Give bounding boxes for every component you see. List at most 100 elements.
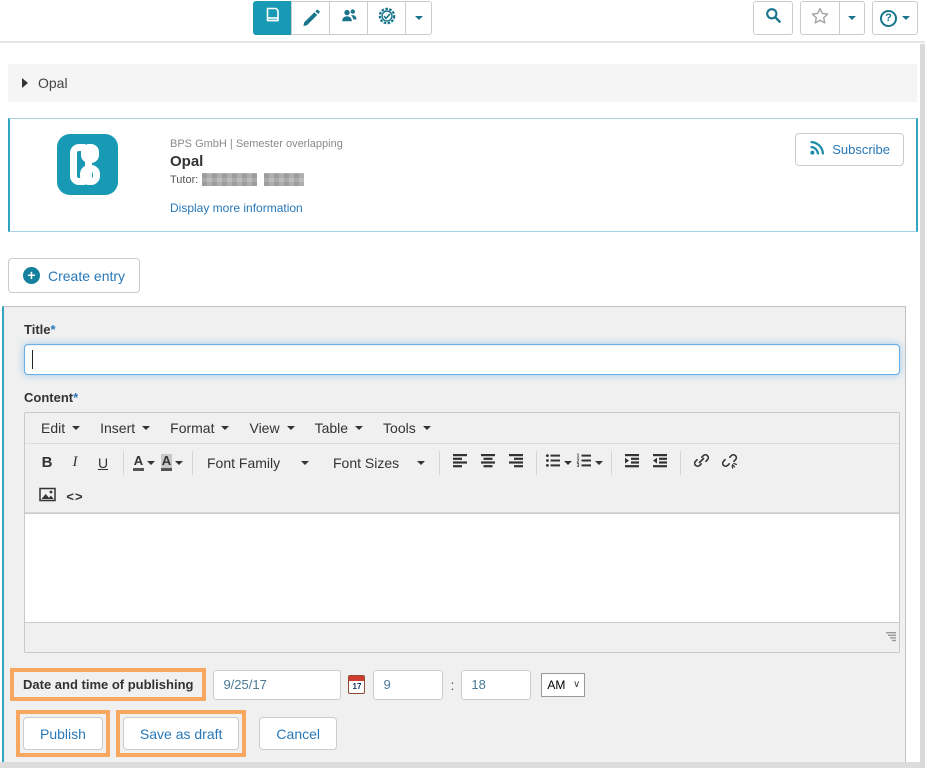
chevron-down-icon xyxy=(147,461,155,465)
redacted-tutor-name xyxy=(202,173,257,186)
toolbar-separator xyxy=(611,451,612,475)
title-field-label: Title* xyxy=(24,322,905,340)
required-marker: * xyxy=(51,322,56,337)
time-separator: : xyxy=(450,677,454,693)
page-bottom-strip xyxy=(0,762,925,768)
source-code-button[interactable]: <> xyxy=(61,483,89,511)
search-icon xyxy=(764,6,783,30)
chevron-down-icon xyxy=(595,461,603,465)
chevron-down-icon xyxy=(355,426,363,430)
blog-meta: BPS GmbH | Semester overlapping Opal Tut… xyxy=(170,138,343,215)
chevron-down-icon xyxy=(415,16,423,20)
display-more-information-link[interactable]: Display more information xyxy=(170,201,343,215)
resize-grip[interactable] xyxy=(883,630,896,648)
chevron-down-icon xyxy=(564,461,572,465)
breadcrumb[interactable]: Opal xyxy=(8,64,917,102)
date-label-highlight: Date and time of publishing xyxy=(10,668,206,701)
title-label-text: Title xyxy=(24,322,51,337)
title-input[interactable] xyxy=(24,344,900,375)
numbered-list-button[interactable]: 123 xyxy=(574,449,605,477)
menu-label: Tools xyxy=(383,420,416,436)
hour-input[interactable] xyxy=(373,670,443,700)
blog-tutor-line: Tutor: xyxy=(170,173,343,186)
form-actions: Publish Save as draft Cancel xyxy=(16,710,905,757)
menu-edit[interactable]: Edit xyxy=(31,413,90,444)
publish-button[interactable]: Publish xyxy=(23,717,103,750)
underline-icon: U xyxy=(98,455,108,471)
minute-input[interactable] xyxy=(461,670,531,700)
outdent-icon xyxy=(652,453,668,473)
menu-label: Insert xyxy=(100,420,135,436)
bullet-list-icon xyxy=(545,453,561,473)
bold-button[interactable]: B xyxy=(33,449,61,477)
remove-link-button[interactable] xyxy=(715,449,743,477)
pencil-icon xyxy=(301,6,321,31)
title-input-wrap xyxy=(24,344,900,375)
calendar-icon[interactable]: 17 xyxy=(348,675,365,694)
bullet-list-button[interactable] xyxy=(543,449,574,477)
required-marker: * xyxy=(73,390,78,405)
assessment-tool-button[interactable] xyxy=(367,1,406,35)
chevron-down-icon xyxy=(902,16,910,20)
text-color-icon: A xyxy=(133,454,144,471)
menu-label: Edit xyxy=(41,420,65,436)
italic-icon: I xyxy=(73,454,78,471)
blog-icon xyxy=(57,134,118,195)
create-entry-button[interactable]: + Create entry xyxy=(8,258,140,293)
journal-tool-button[interactable] xyxy=(253,1,292,35)
background-color-button[interactable]: A xyxy=(158,449,186,477)
font-sizes-select[interactable]: Font Sizes xyxy=(325,449,433,477)
cancel-button[interactable]: Cancel xyxy=(259,717,337,750)
help-button[interactable]: ? xyxy=(872,1,918,35)
participants-icon xyxy=(339,6,359,31)
toolbar-separator xyxy=(680,451,681,475)
meridiem-select[interactable]: AM ∨ xyxy=(541,673,585,697)
more-tools-button[interactable] xyxy=(405,1,432,35)
collapse-arrow-icon xyxy=(22,78,28,88)
indent-button[interactable] xyxy=(618,449,646,477)
menu-table[interactable]: Table xyxy=(305,413,373,444)
text-color-button[interactable]: A xyxy=(130,449,158,477)
breadcrumb-label: Opal xyxy=(38,75,68,91)
subscribe-button[interactable]: Subscribe xyxy=(795,133,904,166)
rich-text-editor: Edit Insert Format View Table Tools B I … xyxy=(24,412,900,653)
menu-view[interactable]: View xyxy=(239,413,304,444)
align-left-button[interactable] xyxy=(446,449,474,477)
star-icon xyxy=(810,6,830,31)
date-input[interactable] xyxy=(213,670,341,700)
participants-tool-button[interactable] xyxy=(329,1,368,35)
menu-insert[interactable]: Insert xyxy=(90,413,160,444)
underline-button[interactable]: U xyxy=(89,449,117,477)
scrollbar[interactable] xyxy=(920,44,925,768)
search-button[interactable] xyxy=(753,1,793,35)
align-center-button[interactable] xyxy=(474,449,502,477)
right-tools: ? xyxy=(753,1,918,35)
create-entry-label: Create entry xyxy=(48,268,125,284)
menu-format[interactable]: Format xyxy=(160,413,239,444)
align-right-icon xyxy=(508,453,524,473)
edit-tool-button[interactable] xyxy=(291,1,330,35)
editor-content-area[interactable] xyxy=(25,513,899,623)
rss-icon xyxy=(809,140,825,159)
menu-tools[interactable]: Tools xyxy=(373,413,441,444)
indent-icon xyxy=(624,453,640,473)
favorite-menu-button[interactable] xyxy=(839,1,865,35)
insert-image-button[interactable] xyxy=(33,483,61,511)
favorite-button[interactable] xyxy=(800,1,840,35)
calendar-icon-day: 17 xyxy=(349,681,364,692)
editor-statusbar xyxy=(25,623,899,652)
menu-label: Format xyxy=(170,420,214,436)
journal-icon xyxy=(262,5,283,31)
font-family-select[interactable]: Font Family xyxy=(199,449,317,477)
editor-toolbar-row1: B I U A A Font Family Font Sizes 123 xyxy=(25,444,899,481)
code-icon: <> xyxy=(66,489,83,504)
save-as-draft-button[interactable]: Save as draft xyxy=(123,717,240,750)
insert-link-button[interactable] xyxy=(687,449,715,477)
italic-button[interactable]: I xyxy=(61,449,89,477)
unlink-icon xyxy=(721,452,738,474)
link-icon xyxy=(693,452,710,474)
align-left-icon xyxy=(452,453,468,473)
outdent-button[interactable] xyxy=(646,449,674,477)
numbered-list-icon: 123 xyxy=(576,453,592,473)
align-right-button[interactable] xyxy=(502,449,530,477)
